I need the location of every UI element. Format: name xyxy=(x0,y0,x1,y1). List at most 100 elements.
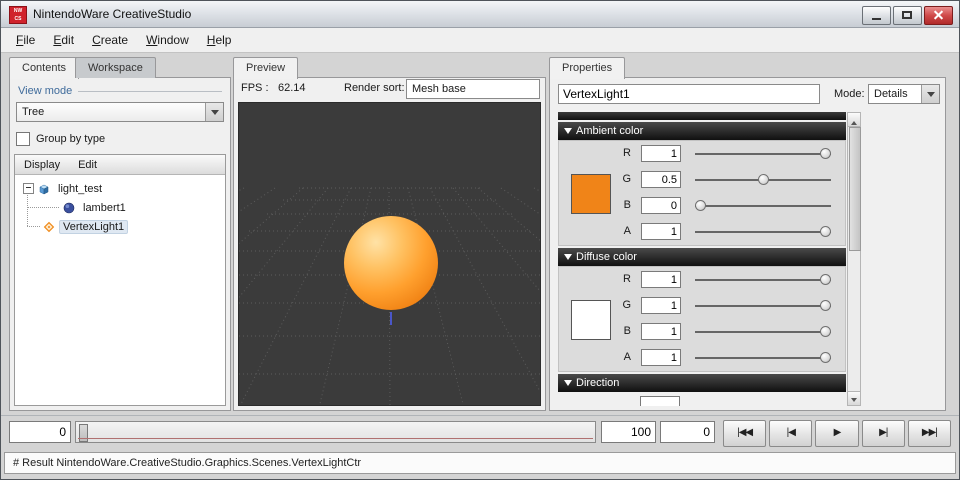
channel-value-field[interactable] xyxy=(641,145,681,162)
slider-thumb[interactable] xyxy=(820,300,831,311)
channel-slider[interactable] xyxy=(695,300,831,311)
mode-select[interactable]: Details xyxy=(868,84,940,104)
channel-value-field[interactable] xyxy=(641,171,681,188)
preview-panel: FPS : 62.14 Render sort: Mesh base xyxy=(233,77,546,411)
app-icon: NW CS xyxy=(9,6,27,24)
frame-start-field[interactable] xyxy=(9,421,71,443)
menu-edit[interactable]: Edit xyxy=(44,30,83,50)
channel-value-field[interactable] xyxy=(641,323,681,340)
section-header-diffuse[interactable]: Diffuse color xyxy=(558,248,846,266)
step-back-button[interactable]: |◀ xyxy=(769,420,813,447)
scrollbar-thumb[interactable] xyxy=(849,127,861,251)
tree-menu-edit[interactable]: Edit xyxy=(69,157,106,173)
tree-menu-display[interactable]: Display xyxy=(15,157,69,173)
status-text: # Result NintendoWare.CreativeStudio.Gra… xyxy=(13,457,362,469)
light-diamond-icon xyxy=(43,221,55,232)
channel-row-g: G xyxy=(559,294,845,320)
tab-preview[interactable]: Preview xyxy=(233,57,299,79)
channel-row-a: A xyxy=(559,346,845,372)
channel-slider[interactable] xyxy=(695,352,831,363)
scroll-down-button[interactable] xyxy=(848,391,860,405)
frame-end-field[interactable] xyxy=(601,421,656,443)
app-icon-text-bottom: CS xyxy=(14,16,22,22)
3d-viewport[interactable] xyxy=(238,102,541,406)
maximize-button[interactable] xyxy=(893,6,922,25)
tab-workspace[interactable]: Workspace xyxy=(75,57,156,78)
channel-value-field[interactable] xyxy=(641,297,681,314)
render-sort-label: Render sort: xyxy=(344,82,405,94)
play-button[interactable]: ▶ xyxy=(815,420,859,447)
channel-slider[interactable] xyxy=(695,226,831,237)
tree-item-light-test[interactable]: light_test xyxy=(15,179,225,198)
section-header-ambient[interactable]: Ambient color xyxy=(558,122,846,140)
timeline-bar: |◀◀ |◀ ▶ ▶| ▶▶| xyxy=(1,415,959,450)
channel-slider[interactable] xyxy=(695,200,831,211)
section-header-partial xyxy=(558,112,846,120)
tree-item-label: light_test xyxy=(58,182,103,195)
channel-value-field[interactable] xyxy=(641,349,681,366)
properties-scrollbar[interactable] xyxy=(847,112,861,406)
view-mode-select[interactable]: Tree xyxy=(16,102,224,122)
channel-label: A xyxy=(623,351,631,363)
window-titlebar[interactable]: NW CS NintendoWare CreativeStudio xyxy=(1,1,959,28)
section-title: Direction xyxy=(576,377,620,389)
skip-to-end-button[interactable]: ▶▶| xyxy=(907,420,952,447)
chevron-down-icon xyxy=(210,110,219,119)
current-frame-field[interactable] xyxy=(660,421,715,443)
timeline-thumb[interactable] xyxy=(79,424,88,442)
channel-label: G xyxy=(622,173,631,185)
step-forward-button[interactable]: ▶| xyxy=(861,420,905,447)
channel-row-b: B xyxy=(559,320,845,346)
group-by-type-checkbox[interactable] xyxy=(16,132,30,146)
scroll-up-button[interactable] xyxy=(848,113,860,127)
direction-field-partial[interactable] xyxy=(640,396,680,406)
dropdown-arrow-box xyxy=(921,85,939,103)
tab-contents[interactable]: Contents xyxy=(9,57,80,79)
channel-value-field[interactable] xyxy=(641,197,681,214)
object-name-field[interactable] xyxy=(558,84,820,104)
slider-thumb[interactable] xyxy=(757,174,769,185)
channel-slider[interactable] xyxy=(695,326,831,337)
contents-panel: View mode Tree Group by type Display Edi… xyxy=(9,77,231,411)
menu-help[interactable]: Help xyxy=(198,30,241,50)
render-sort-value: Mesh base xyxy=(412,83,466,95)
slider-thumb[interactable] xyxy=(820,352,831,363)
section-body-ambient: R G B A xyxy=(558,140,846,246)
timeline-slider[interactable] xyxy=(75,421,596,443)
tree-item-vertexlight1[interactable]: VertexLight1 xyxy=(15,217,225,236)
menu-file[interactable]: File xyxy=(7,30,44,50)
mode-value: Details xyxy=(874,88,908,100)
channel-value-field[interactable] xyxy=(641,223,681,240)
app-icon-text-top: NW xyxy=(13,8,23,14)
channel-row-r: R xyxy=(559,142,845,168)
channel-slider[interactable] xyxy=(695,174,831,185)
menu-window[interactable]: Window xyxy=(137,30,198,50)
properties-scroll-area: Ambient color R G B xyxy=(558,112,846,406)
slider-thumb[interactable] xyxy=(820,226,831,237)
scene-tree: light_test lambert1 VertexLight1 xyxy=(15,175,225,236)
tab-properties[interactable]: Properties xyxy=(549,57,626,79)
channel-slider[interactable] xyxy=(695,148,831,159)
menu-create[interactable]: Create xyxy=(83,30,137,50)
channel-value-field[interactable] xyxy=(641,271,681,288)
slider-thumb[interactable] xyxy=(820,148,831,159)
section-header-direction[interactable]: Direction xyxy=(558,374,846,392)
window-title: NintendoWare CreativeStudio xyxy=(33,7,192,21)
tree-item-label: lambert1 xyxy=(83,201,126,214)
slider-thumb[interactable] xyxy=(820,326,831,337)
dropdown-arrow-box xyxy=(205,103,223,121)
tree-item-lambert1[interactable]: lambert1 xyxy=(15,198,225,217)
slider-thumb[interactable] xyxy=(695,200,706,211)
channel-row-g: G xyxy=(559,168,845,194)
minimize-button[interactable] xyxy=(862,6,891,25)
skip-to-start-button[interactable]: |◀◀ xyxy=(723,420,767,447)
channel-slider[interactable] xyxy=(695,274,831,285)
properties-panel: Mode: Details Ambient color R G xyxy=(549,77,946,411)
close-button[interactable] xyxy=(924,6,953,25)
collapse-icon[interactable] xyxy=(23,183,34,194)
channel-label: A xyxy=(623,225,631,237)
view-mode-group: View mode xyxy=(18,85,222,97)
render-sort-select[interactable]: Mesh base xyxy=(406,79,540,99)
slider-thumb[interactable] xyxy=(820,274,831,285)
preview-sphere xyxy=(344,216,438,310)
